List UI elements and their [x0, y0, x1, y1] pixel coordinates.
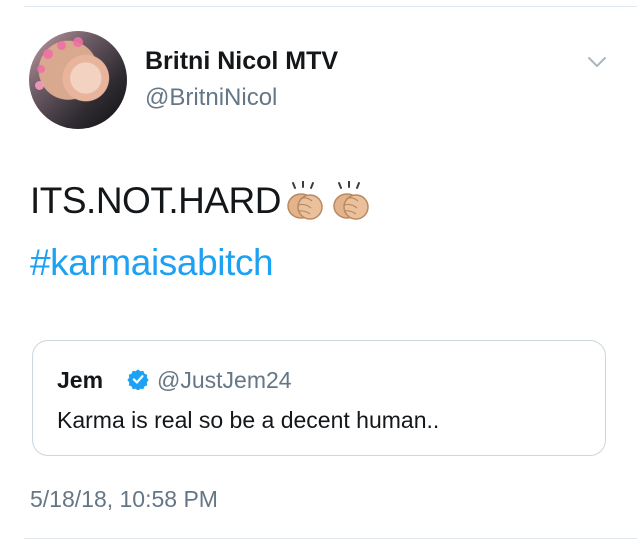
- author-name[interactable]: Britni Nicol MTV: [145, 47, 338, 76]
- author-avatar[interactable]: [29, 31, 127, 129]
- clapping-hands-icon: [333, 181, 369, 220]
- flower-crown-decoration: [73, 37, 83, 47]
- flower-crown-decoration: [57, 41, 66, 50]
- top-divider: [24, 6, 637, 7]
- flower-crown-decoration: [37, 65, 45, 73]
- tweet-body: ITS.NOT.HARD: [30, 180, 281, 221]
- quoted-tweet-card[interactable]: Jem @JustJem24 Karma is real so be a dec…: [32, 340, 606, 456]
- verified-badge-icon: [127, 369, 149, 390]
- clapping-hands-icon: [287, 181, 323, 220]
- tweet-timestamp[interactable]: 5/18/18, 10:58 PM: [30, 486, 218, 513]
- chevron-down-icon[interactable]: [587, 55, 607, 69]
- flower-crown-decoration: [35, 81, 44, 90]
- quoted-author-handle: @JustJem24: [157, 367, 292, 393]
- bottom-divider: [24, 538, 637, 539]
- quoted-tweet-text: Karma is real so be a decent human..: [57, 407, 440, 433]
- flower-crown-decoration: [43, 49, 53, 59]
- hashtag-link[interactable]: #karmaisabitch: [30, 242, 274, 284]
- author-handle[interactable]: @BritniNicol: [145, 84, 277, 112]
- quoted-author-name: Jem: [57, 367, 104, 393]
- tweet-text: ITS.NOT.HARD: [30, 180, 373, 222]
